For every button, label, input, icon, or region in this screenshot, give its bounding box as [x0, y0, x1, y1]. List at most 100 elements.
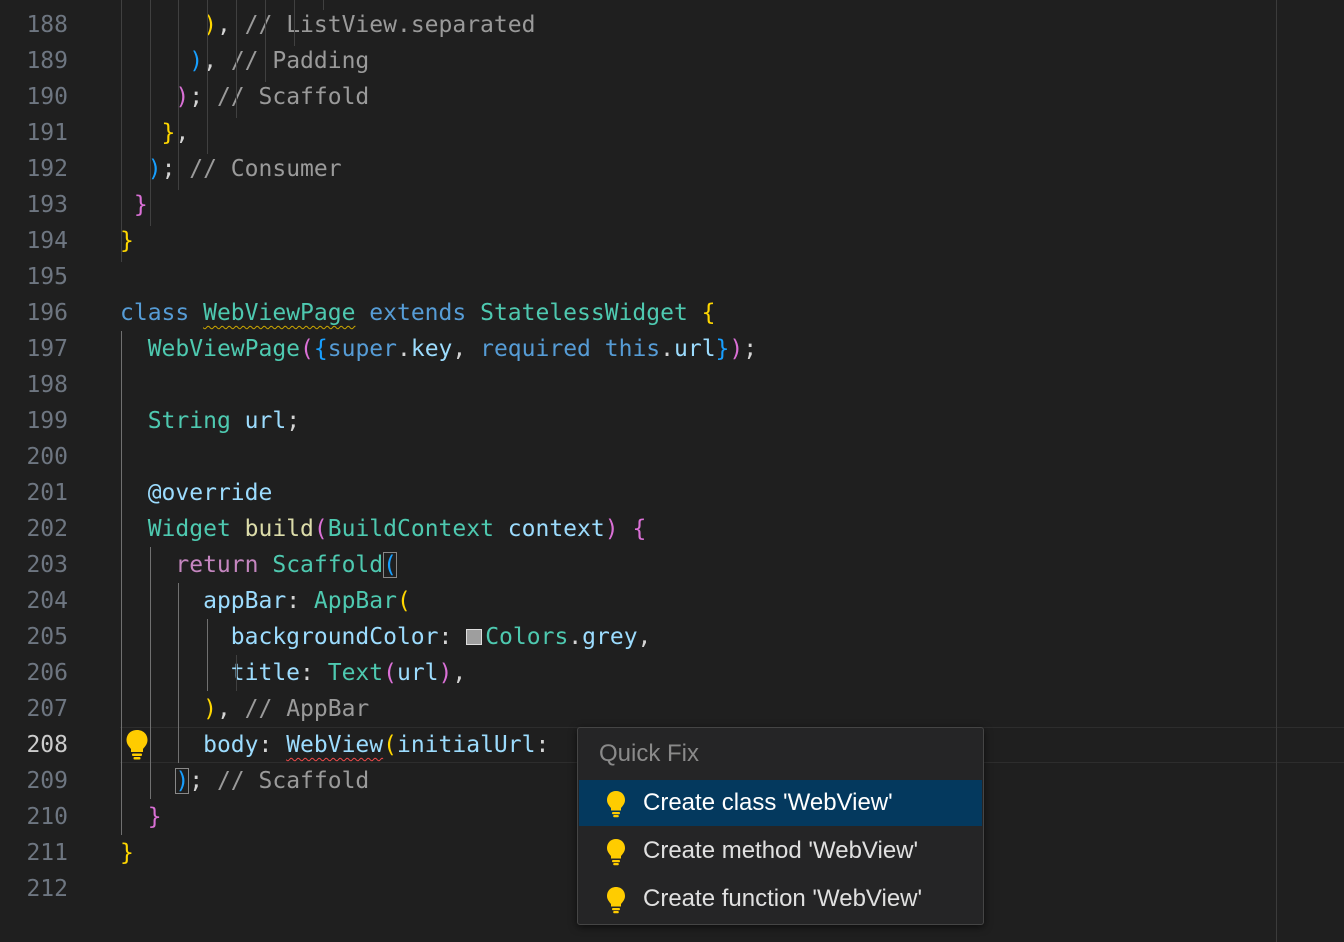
code-text: @override [120, 475, 273, 511]
code-token: ) [203, 12, 217, 38]
quick-fix-label: Create method 'WebView' [643, 837, 919, 864]
code-token: : [300, 660, 328, 686]
code-text: } [120, 835, 134, 871]
line-number: 203 [26, 552, 68, 578]
code-token: ; [161, 156, 190, 182]
lightbulb-icon[interactable] [124, 728, 150, 760]
quick-fix-create-class[interactable]: Create class 'WebView' [579, 780, 982, 826]
code-token: backgroundColor [230, 624, 439, 650]
code-text: appBar: AppBar( [120, 583, 411, 619]
code-line[interactable]: 195 [0, 259, 1344, 295]
code-token: { [313, 336, 328, 362]
code-token: StatelessWidget [480, 300, 688, 326]
code-line[interactable]: 198 [0, 367, 1344, 403]
lightbulb-icon [607, 887, 625, 914]
code-token: } [120, 228, 134, 254]
indent-guide [121, 0, 122, 262]
line-number: 208 [26, 732, 68, 758]
code-token: { [632, 516, 647, 542]
code-text: ); // Scaffold [120, 763, 369, 799]
code-line[interactable]: 189 ), // Padding [0, 43, 1344, 79]
code-token: ( [313, 516, 328, 542]
code-line[interactable]: 190 ); // Scaffold [0, 79, 1344, 115]
code-text: return Scaffold( [120, 547, 397, 583]
code-line[interactable]: 193 } [0, 187, 1344, 223]
code-token: WebViewPage [147, 336, 301, 362]
quick-fix-create-method[interactable]: Create method 'WebView' [579, 828, 982, 874]
code-line[interactable]: 188 ), // ListView.separated [0, 7, 1344, 43]
code-line[interactable]: 192 ); // Consumer [0, 151, 1344, 187]
indent-guide [236, 0, 237, 118]
line-number: 210 [26, 804, 68, 830]
code-line[interactable]: 200 [0, 439, 1344, 475]
code-token: // Scaffold [216, 768, 370, 794]
code-token: context [507, 516, 605, 542]
code-token: @override [147, 480, 273, 506]
indent-guide [178, 583, 179, 763]
code-token: ) [438, 660, 453, 686]
code-text: ); // Scaffold [120, 79, 369, 115]
code-token: ( [396, 588, 411, 614]
quick-fix-create-function[interactable]: Create function 'WebView' [579, 876, 982, 922]
code-line[interactable]: 191 }, [0, 115, 1344, 151]
code-editor[interactable]: 188 ), // ListView.separated 189 ), // Pa… [0, 0, 1344, 942]
code-line[interactable]: 201 @override [0, 475, 1344, 511]
code-token: // ListView.separated [244, 12, 536, 38]
indent-guide [207, 0, 208, 154]
lightbulb-icon [607, 839, 625, 866]
code-token: : [258, 732, 287, 758]
code-line[interactable]: 205 backgroundColor: Colors.grey, [0, 619, 1344, 655]
code-token: . [397, 336, 411, 362]
code-token: . [660, 336, 674, 362]
code-token: , [216, 696, 245, 722]
code-token: build [244, 516, 314, 542]
code-token: : [286, 588, 314, 614]
code-token: ) [604, 516, 619, 542]
code-line[interactable]: 194} [0, 223, 1344, 259]
code-line[interactable]: 199 String url; [0, 403, 1344, 439]
code-token: ; [189, 768, 217, 794]
code-line[interactable]: 204 appBar: AppBar( [0, 583, 1344, 619]
code-token: Scaffold [272, 552, 384, 578]
code-line[interactable]: 203 return Scaffold( [0, 547, 1344, 583]
indent-guide [294, 0, 295, 46]
line-number: 192 [26, 156, 68, 182]
indent-guide [121, 331, 122, 835]
code-token: required [480, 336, 591, 362]
code-token: ; [743, 336, 758, 362]
lightbulb-icon [607, 791, 625, 818]
code-token: ( [300, 336, 314, 362]
code-token: BuildContext [327, 516, 494, 542]
code-line[interactable]: 202 Widget build(BuildContext context) { [0, 511, 1344, 547]
code-text: ), // Padding [120, 43, 369, 79]
quick-fix-menu: Quick Fix Create class 'WebView' Create … [577, 727, 984, 925]
code-text: WebViewPage({super.key, required this.ur… [120, 331, 757, 367]
code-line[interactable]: 197 WebViewPage({super.key, required thi… [0, 331, 1344, 367]
line-number: 195 [26, 264, 68, 290]
line-number: 211 [26, 840, 68, 866]
code-token: ( [383, 552, 397, 578]
color-swatch-icon[interactable] [466, 629, 483, 645]
indent-guide [178, 0, 179, 190]
code-token: title [230, 660, 301, 686]
code-text: } [120, 187, 148, 223]
code-text: ), // ListView.separated [120, 7, 535, 43]
code-line[interactable]: 207 ), // AppBar [0, 691, 1344, 727]
code-line[interactable]: 206 title: Text(url), [0, 655, 1344, 691]
code-token: appBar [203, 588, 287, 614]
line-number: 193 [26, 192, 68, 218]
line-number: 199 [26, 408, 68, 434]
code-line[interactable]: 196 class WebViewPage extends StatelessWi… [0, 295, 1344, 331]
